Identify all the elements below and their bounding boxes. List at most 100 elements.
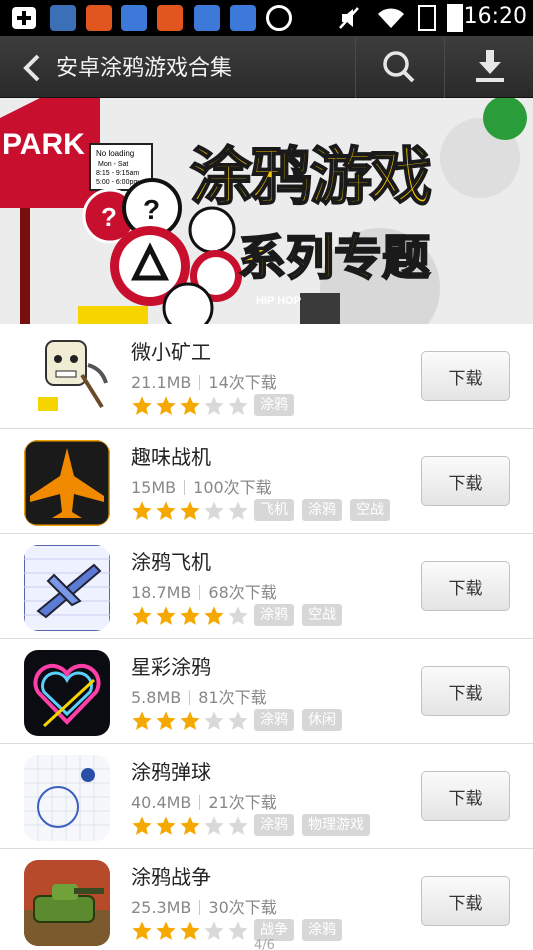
park-sign-label: PARK — [2, 128, 85, 161]
chevron-left-icon[interactable] — [20, 54, 44, 82]
download-count: 30次下载 — [208, 898, 277, 917]
download-button[interactable] — [446, 36, 533, 98]
star-empty-icon — [227, 710, 249, 736]
baidu-icon — [230, 5, 256, 31]
divider — [189, 690, 191, 705]
no-loading-days: Mon - Sat — [98, 161, 128, 168]
tag-list: 飞机 涂鸦 空战 — [254, 499, 390, 521]
rating-stars — [131, 605, 249, 631]
star-filled-icon — [179, 920, 201, 946]
add-icon — [12, 7, 36, 29]
battery-icon — [447, 4, 463, 32]
hip-hop-label: HIP HOP — [256, 295, 301, 307]
tank-icon[interactable] — [24, 860, 110, 946]
app-size: 40.4MB — [131, 793, 192, 812]
category-tag: 涂鸦 — [254, 709, 294, 731]
rating-stars — [131, 500, 249, 526]
download-button[interactable]: 下载 — [421, 771, 510, 821]
app-name: 微小矿工 — [131, 340, 211, 364]
svg-text:?: ? — [101, 202, 117, 232]
star-empty-icon — [203, 815, 225, 841]
category-tag: 涂鸦 — [254, 394, 294, 416]
miner-icon[interactable] — [24, 335, 110, 421]
sync-icon — [266, 5, 292, 31]
tag-list: 涂鸦 空战 — [254, 604, 342, 626]
star-filled-icon — [155, 500, 177, 526]
clock: 16:20 — [463, 4, 527, 29]
divider — [199, 375, 201, 390]
app-meta: 21.1MB 14次下载 — [131, 369, 277, 393]
download-button[interactable]: 下载 — [421, 456, 510, 506]
star-filled-icon — [203, 605, 225, 631]
divider — [199, 795, 201, 810]
star-empty-icon — [227, 500, 249, 526]
topic-banner[interactable]: PARK No loading Mon - Sat 8:15 - 9:15am … — [0, 98, 533, 324]
download-button[interactable]: 下载 — [421, 876, 510, 926]
app-size: 15MB — [131, 478, 177, 497]
download-count: 68次下载 — [208, 583, 277, 602]
star-filled-icon — [155, 815, 177, 841]
app-meta: 18.7MB 68次下载 — [131, 579, 277, 603]
list-item[interactable]: 涂鸦战争 25.3MB 30次下载 战争 涂鸦 下载 — [0, 849, 533, 950]
divider — [199, 900, 201, 915]
list-item[interactable]: 趣味战机 15MB 100次下载 飞机 涂鸦 空战 下载 — [0, 429, 533, 534]
neon-heart-icon[interactable] — [24, 650, 110, 736]
rating-stars — [131, 815, 249, 841]
download-button[interactable]: 下载 — [421, 351, 510, 401]
doodle-ball-icon[interactable] — [24, 755, 110, 841]
list-item[interactable]: 涂鸦飞机 18.7MB 68次下载 涂鸦 空战 下载 — [0, 534, 533, 639]
app-name: 星彩涂鸦 — [131, 655, 211, 679]
category-tag: 物理游戏 — [302, 814, 370, 836]
star-empty-icon — [203, 395, 225, 421]
star-filled-icon — [155, 395, 177, 421]
category-tag: 空战 — [350, 499, 390, 521]
star-filled-icon — [179, 815, 201, 841]
s-app-icon — [86, 5, 112, 31]
download-count: 100次下载 — [193, 478, 272, 497]
star-filled-icon — [179, 395, 201, 421]
list-item[interactable]: 涂鸦弹球 40.4MB 21次下载 涂鸦 物理游戏 下载 — [0, 744, 533, 849]
app-meta: 5.8MB 81次下载 — [131, 684, 267, 708]
download-button[interactable]: 下载 — [421, 561, 510, 611]
download-button[interactable]: 下载 — [421, 666, 510, 716]
rating-stars — [131, 920, 249, 946]
search-icon — [383, 51, 415, 83]
baidu-icon — [194, 5, 220, 31]
app-meta: 40.4MB 21次下载 — [131, 789, 277, 813]
fighter-jet-icon[interactable] — [24, 440, 110, 526]
star-filled-icon — [131, 710, 153, 736]
app-size: 5.8MB — [131, 688, 182, 707]
svg-text:?: ? — [143, 194, 160, 225]
star-empty-icon — [227, 815, 249, 841]
doodle-plane-icon[interactable] — [24, 545, 110, 631]
star-filled-icon — [131, 815, 153, 841]
divider — [184, 480, 186, 495]
app-meta: 15MB 100次下载 — [131, 474, 272, 498]
search-button[interactable] — [356, 36, 444, 98]
star-filled-icon — [131, 395, 153, 421]
download-icon — [476, 50, 504, 82]
wifi-icon — [376, 6, 406, 34]
star-empty-icon — [203, 920, 225, 946]
baidu-icon — [121, 5, 147, 31]
status-bar: 16:20 — [0, 0, 533, 36]
tag-list: 涂鸦 — [254, 394, 294, 416]
star-empty-icon — [203, 710, 225, 736]
category-tag: 休闲 — [302, 709, 342, 731]
s-app-icon — [157, 5, 183, 31]
divider — [444, 36, 445, 98]
banner-headline: 涂鸦游戏 — [189, 139, 433, 214]
list-item[interactable]: 星彩涂鸦 5.8MB 81次下载 涂鸦 休闲 下载 — [0, 639, 533, 744]
tag-list: 涂鸦 物理游戏 — [254, 814, 370, 836]
star-filled-icon — [155, 710, 177, 736]
star-filled-icon — [179, 710, 201, 736]
star-empty-icon — [227, 920, 249, 946]
app-size: 18.7MB — [131, 583, 192, 602]
category-tag: 涂鸦 — [302, 919, 342, 941]
mute-icon — [338, 6, 360, 34]
rating-stars — [131, 710, 249, 736]
list-item[interactable]: 微小矿工 21.1MB 14次下载 涂鸦 下载 — [0, 324, 533, 429]
app-header: 安卓涂鸦游戏合集 — [0, 36, 533, 98]
download-count: 21次下载 — [208, 793, 277, 812]
tag-list: 涂鸦 休闲 — [254, 709, 342, 731]
